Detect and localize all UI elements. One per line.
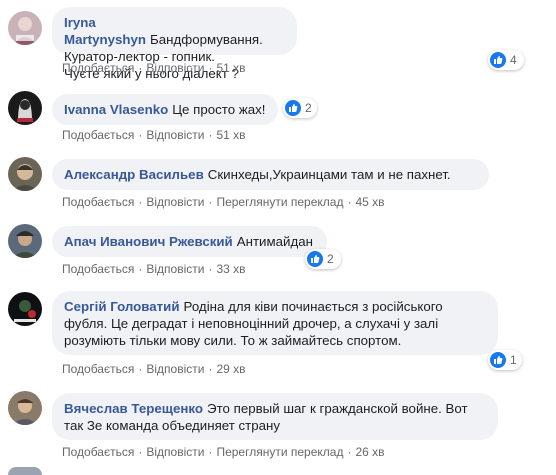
avatar[interactable] xyxy=(8,91,42,125)
timestamp[interactable]: 51 хв xyxy=(216,128,245,142)
reply-link[interactable]: Відповісти xyxy=(146,262,204,276)
comment-bubble: Вячеслав Терещенко Это первый шаг к гражд… xyxy=(52,393,498,440)
avatar[interactable] xyxy=(8,467,42,475)
comment-text: Это первый шаг к гражданской войне. Вот xyxy=(207,401,468,416)
reaction-number: 2 xyxy=(305,101,312,115)
like-icon xyxy=(490,52,506,68)
comment-actions: Подобається · Відповісти · 51 хв xyxy=(62,128,246,142)
comment-actions: Подобається · Відповісти · 51 хв xyxy=(62,61,246,75)
comment-text: розуміють тільки мову сили. То ж займайт… xyxy=(64,333,402,348)
reply-link[interactable]: Відповісти xyxy=(146,362,204,376)
reply-link[interactable]: Відповісти xyxy=(146,445,204,459)
comment-bubble: Ivanna Vlasenko Це просто жах! xyxy=(52,94,278,125)
timestamp[interactable]: 33 хв xyxy=(216,262,245,276)
like-icon xyxy=(490,352,506,368)
comment-text: Родіна для ківи починається з російськог… xyxy=(183,299,443,314)
reply-link[interactable]: Відповісти xyxy=(146,128,204,142)
timestamp[interactable]: 51 хв xyxy=(216,61,245,75)
like-icon xyxy=(285,100,301,116)
reaction-count[interactable]: 2 xyxy=(283,98,317,118)
comment-text: Це просто жах! xyxy=(172,102,266,117)
avatar[interactable] xyxy=(8,292,42,326)
comment-text: так Зе команда объединяет страну xyxy=(64,418,281,433)
reaction-count[interactable]: 4 xyxy=(488,50,524,70)
comment-bubble: Iryna Martynyshyn Бандформування. Куратор… xyxy=(52,7,297,81)
avatar[interactable] xyxy=(8,157,42,191)
comment-actions: Подобається · Відповісти · 29 хв xyxy=(62,362,246,376)
avatar[interactable] xyxy=(8,391,42,425)
reaction-count[interactable]: 1 xyxy=(488,350,522,370)
reaction-number: 4 xyxy=(510,53,517,67)
reply-link[interactable]: Відповісти xyxy=(146,195,204,209)
reaction-number: 1 xyxy=(510,353,517,367)
comment-author[interactable]: Сергій Головатий xyxy=(64,299,180,314)
like-link[interactable]: Подобається xyxy=(62,61,134,75)
comment-author[interactable]: Iryna Martynyshyn xyxy=(64,15,146,47)
reaction-number: 2 xyxy=(327,252,334,266)
like-link[interactable]: Подобається xyxy=(62,445,134,459)
avatar[interactable] xyxy=(8,224,42,258)
comment-bubble: Апач Иванович Ржевский Антимайдан xyxy=(52,226,327,257)
timestamp[interactable]: 45 хв xyxy=(355,195,384,209)
see-translation-link[interactable]: Переглянути переклад xyxy=(216,445,343,459)
like-link[interactable]: Подобається xyxy=(62,362,134,376)
timestamp[interactable]: 29 хв xyxy=(216,362,245,376)
timestamp[interactable]: 26 хв xyxy=(355,445,384,459)
comment-actions: Подобається · Відповісти · 33 хв xyxy=(62,262,246,276)
comment-actions: Подобається · Відповісти · Переглянути перек… xyxy=(62,195,385,209)
comment-actions: Подобається · Відповісти · Переглянути перек… xyxy=(62,445,385,459)
see-translation-link[interactable]: Переглянути переклад xyxy=(216,195,343,209)
comment-author[interactable]: Ivanna Vlasenko xyxy=(64,102,168,117)
like-icon xyxy=(307,251,323,267)
comment-author[interactable]: Александр Васильев xyxy=(64,167,204,182)
comment-bubble: Сергій Головатий Родіна для ківи починаєт… xyxy=(52,291,498,355)
avatar[interactable] xyxy=(8,11,42,45)
comment-author[interactable]: Вячеслав Терещенко xyxy=(64,401,203,416)
reaction-count[interactable]: 2 xyxy=(305,249,341,269)
like-link[interactable]: Подобається xyxy=(62,195,134,209)
comment-text: Скинхеды,Украинцами там и не пахнет. xyxy=(207,167,451,182)
like-link[interactable]: Подобається xyxy=(62,262,134,276)
comment-text: фубля. Це деградат і неповноцінний дроче… xyxy=(64,316,439,331)
comment-author[interactable]: Апач Иванович Ржевский xyxy=(64,234,233,249)
comment-text: Антимайдан xyxy=(236,234,313,249)
comment-bubble: Александр Васильев Скинхеды,Украинцами та… xyxy=(52,159,489,190)
reply-link[interactable]: Відповісти xyxy=(146,61,204,75)
like-link[interactable]: Подобається xyxy=(62,128,134,142)
